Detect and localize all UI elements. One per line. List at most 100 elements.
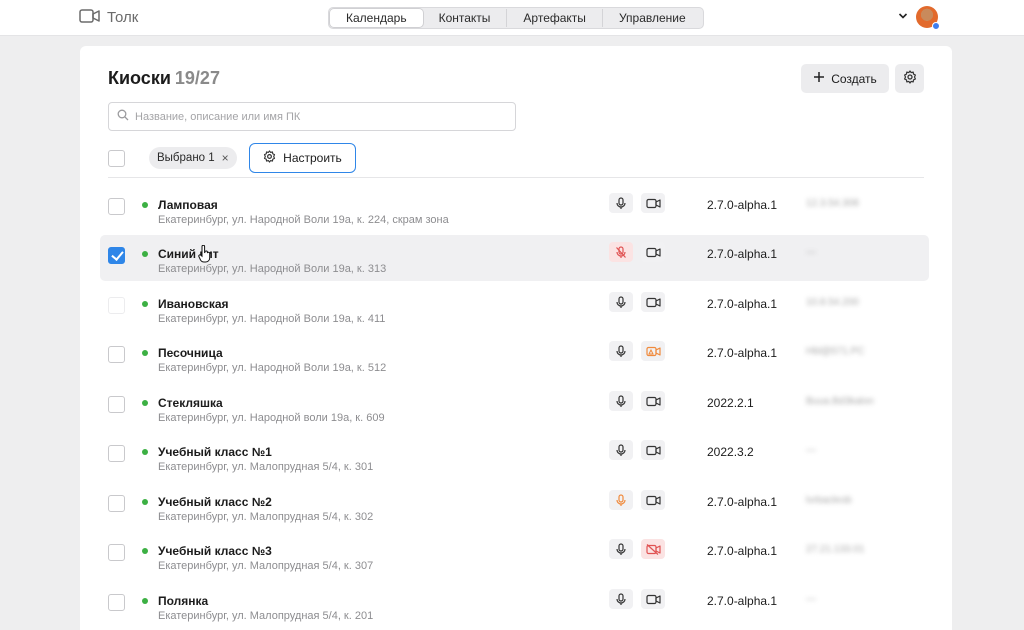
kiosk-name: Песочница bbox=[158, 346, 223, 360]
tab-calendar[interactable]: Календарь bbox=[330, 9, 423, 27]
row-checkbox[interactable] bbox=[108, 297, 125, 314]
kiosk-name: Учебный класс №2 bbox=[158, 495, 272, 509]
pc-name: — bbox=[806, 445, 816, 456]
kiosk-version: 2022.2.1 bbox=[707, 396, 754, 410]
kiosk-row[interactable]: Стекляшка Екатеринбург, ул. Народной вол… bbox=[100, 384, 929, 430]
microphone-icon bbox=[609, 589, 633, 609]
online-status-dot bbox=[142, 499, 148, 505]
search-icon bbox=[117, 109, 129, 124]
microphone-icon bbox=[609, 193, 633, 213]
presence-indicator bbox=[932, 22, 940, 30]
online-status-dot bbox=[142, 301, 148, 307]
camera-icon bbox=[641, 193, 665, 213]
pc-name: Buua.Bd3kalon bbox=[806, 396, 874, 407]
kiosk-row[interactable]: Учебный класс №1 Екатеринбург, ул. Малоп… bbox=[100, 433, 929, 479]
online-status-dot bbox=[142, 350, 148, 356]
row-checkbox[interactable] bbox=[108, 346, 125, 363]
row-checkbox-checked[interactable] bbox=[108, 247, 125, 264]
microphone-warning-icon bbox=[609, 490, 633, 510]
microphone-icon bbox=[609, 341, 633, 361]
kiosk-row[interactable]: Полянка Екатеринбург, ул. Малопрудная 5/… bbox=[100, 582, 929, 628]
kiosk-name: Стекляшка bbox=[158, 396, 223, 410]
gear-icon bbox=[903, 70, 917, 87]
camera-icon bbox=[641, 292, 665, 312]
search-input[interactable] bbox=[135, 110, 505, 123]
online-status-dot bbox=[142, 202, 148, 208]
kiosk-version: 2.7.0-alpha.1 bbox=[707, 297, 778, 311]
avatar[interactable] bbox=[916, 6, 940, 30]
camera-warning-icon bbox=[641, 341, 665, 361]
kiosk-name: Ламповая bbox=[158, 198, 218, 212]
kiosk-row[interactable]: Учебный класс №3 Екатеринбург, ул. Малоп… bbox=[100, 532, 929, 578]
row-checkbox[interactable] bbox=[108, 544, 125, 561]
camera-icon bbox=[641, 391, 665, 411]
selection-chip-label: Выбрано 1 bbox=[157, 152, 215, 164]
kiosk-version: 2.7.0-alpha.1 bbox=[707, 247, 778, 261]
tab-contacts[interactable]: Контакты bbox=[423, 9, 508, 27]
gear-icon bbox=[263, 150, 276, 166]
settings-button[interactable] bbox=[895, 64, 924, 93]
configure-button[interactable]: Настроить bbox=[249, 143, 356, 173]
app-logo[interactable]: Толк bbox=[79, 8, 138, 27]
row-checkbox[interactable] bbox=[108, 396, 125, 413]
row-checkbox[interactable] bbox=[108, 198, 125, 215]
top-bar: Толк Календарь Контакты Артефакты Управл… bbox=[0, 0, 1024, 36]
pc-name: — bbox=[806, 594, 816, 605]
camera-icon bbox=[641, 589, 665, 609]
row-checkbox[interactable] bbox=[108, 495, 125, 512]
search-field[interactable] bbox=[108, 102, 516, 131]
online-status-dot bbox=[142, 598, 148, 604]
kiosk-row[interactable]: Ивановская Екатеринбург, ул. Народной Во… bbox=[100, 285, 929, 331]
kiosk-name: Учебный класс №1 bbox=[158, 445, 272, 459]
kiosk-name: Полянка bbox=[158, 594, 209, 608]
kiosk-row[interactable]: Учебный класс №2 Екатеринбург, ул. Малоп… bbox=[100, 483, 929, 529]
create-button[interactable]: Создать bbox=[801, 64, 889, 93]
camera-icon bbox=[641, 490, 665, 510]
microphone-icon bbox=[609, 292, 633, 312]
row-checkbox[interactable] bbox=[108, 594, 125, 611]
select-all-checkbox[interactable] bbox=[108, 150, 125, 167]
online-status-dot bbox=[142, 251, 148, 257]
microphone-icon bbox=[609, 440, 633, 460]
kiosk-address: Екатеринбург, ул. Народной воли 19а, к. … bbox=[158, 412, 385, 424]
tab-artifacts[interactable]: Артефакты bbox=[507, 9, 603, 27]
camera-off-icon bbox=[641, 539, 665, 559]
page-title: Киоски 19/27 bbox=[108, 68, 220, 89]
kiosk-version: 2.7.0-alpha.1 bbox=[707, 594, 778, 608]
video-camera-logo-icon bbox=[79, 8, 101, 27]
kiosk-address: Екатеринбург, ул. Малопрудная 5/4, к. 30… bbox=[158, 461, 374, 473]
kiosk-row-selected[interactable]: Синий кит Екатеринбург, ул. Народной Вол… bbox=[100, 235, 929, 281]
kiosk-address: Екатеринбург, ул. Народной Воли 19а, к. … bbox=[158, 362, 387, 374]
kiosk-address: Екатеринбург, ул. Малопрудная 5/4, к. 20… bbox=[158, 610, 374, 622]
pc-name: 27.21.133.01 bbox=[806, 544, 865, 555]
pc-name: 12.3.54.308 bbox=[806, 198, 859, 209]
pc-name: Hbl@571.PC bbox=[806, 346, 865, 357]
online-status-dot bbox=[142, 400, 148, 406]
page-title-text: Киоски bbox=[108, 68, 171, 88]
tab-management[interactable]: Управление bbox=[603, 9, 702, 27]
kiosk-version: 2.7.0-alpha.1 bbox=[707, 198, 778, 212]
kiosk-address: Екатеринбург, ул. Малопрудная 5/4, к. 30… bbox=[158, 560, 374, 572]
pc-name: 10.8.54.200 bbox=[806, 297, 859, 308]
chevron-down-icon[interactable] bbox=[898, 10, 908, 24]
online-status-dot bbox=[142, 449, 148, 455]
microphone-icon bbox=[609, 539, 633, 559]
pc-name: — bbox=[806, 247, 816, 258]
user-menu[interactable] bbox=[898, 6, 940, 30]
kiosks-panel: Киоски19/27 Создать Выбрано 1 × bbox=[80, 46, 952, 630]
kiosk-version: 2.7.0-alpha.1 bbox=[707, 495, 778, 509]
clear-selection-icon[interactable]: × bbox=[222, 151, 229, 165]
kiosk-address: Екатеринбург, ул. Народной Воли 19а, к. … bbox=[158, 214, 449, 226]
kiosk-name: Учебный класс №3 bbox=[158, 544, 272, 558]
kiosk-name: Ивановская bbox=[158, 297, 229, 311]
microphone-icon bbox=[609, 391, 633, 411]
row-checkbox[interactable] bbox=[108, 445, 125, 462]
selection-chip: Выбрано 1 × bbox=[149, 147, 237, 169]
divider bbox=[108, 177, 924, 178]
kiosk-row[interactable]: Песочница Екатеринбург, ул. Народной Вол… bbox=[100, 334, 929, 380]
microphone-muted-icon bbox=[609, 242, 633, 262]
kiosk-version: 2022.3.2 bbox=[707, 445, 754, 459]
kiosk-row[interactable]: Ламповая Екатеринбург, ул. Народной Воли… bbox=[100, 186, 929, 232]
pc-name: lvrbacleob bbox=[806, 495, 852, 506]
app-name: Толк bbox=[107, 9, 139, 26]
